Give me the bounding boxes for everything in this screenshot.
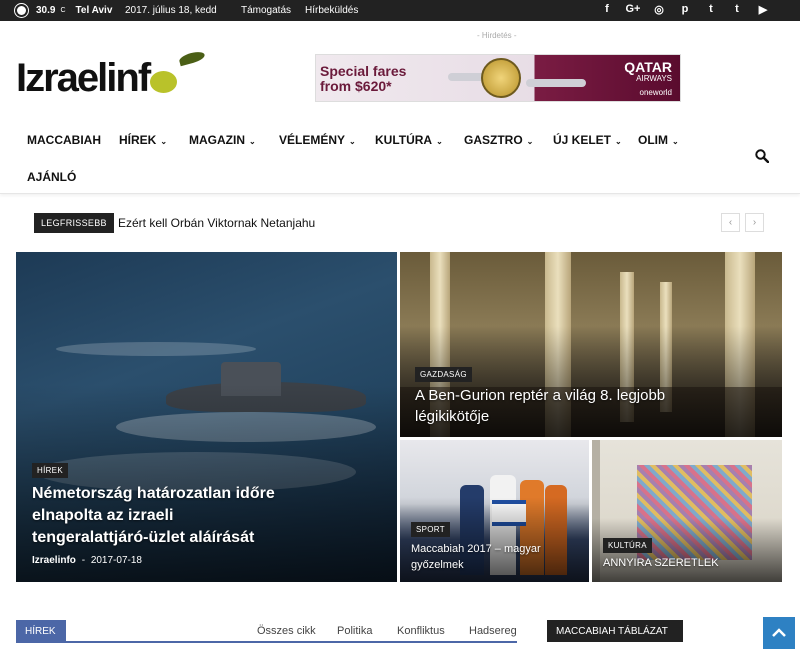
filter-army[interactable]: Hadsereg [469, 625, 517, 637]
weather-widget: 30.9 C Tel Aviv [17, 5, 112, 16]
filter-conflict[interactable]: Konfliktus [397, 625, 445, 637]
sidebar-tab-maccabiah[interactable]: MACCABIAH TÁBLÁZAT [547, 620, 683, 642]
nav-item-magazin[interactable]: MAGAZIN ⌄ [189, 133, 256, 147]
section-underline [16, 641, 517, 643]
twitter-icon[interactable]: t [724, 3, 750, 16]
chevron-up-icon [772, 628, 786, 637]
category-badge[interactable]: KULTÚRA [603, 538, 652, 553]
chevron-down-icon: ⌄ [249, 137, 256, 146]
filter-politics[interactable]: Politika [337, 625, 372, 637]
plane-graphic [526, 79, 586, 87]
banner-promo: Special fares from $620* [320, 63, 407, 94]
chevron-down-icon: ⌄ [436, 137, 443, 146]
category-badge[interactable]: SPORT [411, 522, 450, 537]
nav-item-maccabiah[interactable]: MACCABIAH [27, 133, 101, 147]
search-icon[interactable] [755, 149, 769, 163]
ticker-next-button[interactable]: › [745, 213, 764, 232]
ad-label: - Hirdetés - [477, 31, 517, 40]
youtube-icon[interactable]: ▶ [750, 3, 776, 16]
scroll-to-top-button[interactable] [763, 617, 795, 649]
featured-title[interactable]: Maccabiah 2017 – magyar győzelmek [411, 541, 571, 573]
tumblr-icon[interactable]: t [698, 3, 724, 16]
nav-item-olim[interactable]: OLIM ⌄ [638, 133, 679, 147]
social-icons: f G+ ◎ p t t ▶ [594, 3, 776, 16]
pinterest-icon[interactable]: p [672, 3, 698, 16]
nav-item-ajanlo[interactable]: AJÁNLÓ [27, 170, 76, 184]
nav-item-uj-kelet[interactable]: ÚJ KELET ⌄ [553, 133, 622, 147]
chevron-down-icon: ⌄ [615, 137, 622, 146]
current-date: 2017. július 18, kedd [125, 5, 217, 16]
featured-tile-main[interactable]: HÍREK Németország határozatlan időre eln… [16, 252, 397, 582]
main-navigation: MACCABIAH HÍREK ⌄ MAGAZIN ⌄ VÉLEMÉNY ⌄ KULT… [0, 122, 800, 194]
featured-title[interactable]: A Ben-Gurion reptér a világ 8. legjobb l… [415, 385, 705, 427]
support-link[interactable]: Támogatás [241, 5, 291, 16]
section-tab-hirek[interactable]: HÍREK [16, 620, 66, 642]
nav-item-gasztro[interactable]: GASZTRO ⌄ [464, 133, 533, 147]
article-meta: Izraelinfo - 2017-07-18 [32, 555, 142, 566]
category-badge[interactable]: GAZDASÁG [415, 367, 472, 382]
featured-tile-airport[interactable]: GAZDASÁG A Ben-Gurion reptér a világ 8. … [400, 252, 782, 437]
chevron-down-icon: ⌄ [349, 137, 356, 146]
chevron-down-icon: ⌄ [672, 137, 679, 146]
logo-text: Izraelinf [16, 56, 151, 100]
instagram-icon[interactable]: ◎ [646, 3, 672, 16]
award-medal-icon [481, 58, 521, 98]
ticker-label: LEGFRISSEBB [34, 213, 114, 233]
weather-city: Tel Aviv [75, 5, 113, 16]
category-badge[interactable]: HÍREK [32, 463, 68, 478]
chevron-down-icon: ⌄ [160, 137, 168, 146]
google-plus-icon[interactable]: G+ [620, 3, 646, 16]
meta-separator: - [81, 555, 86, 566]
featured-title[interactable]: ANNYIRA SZERETLEK [603, 557, 719, 569]
ad-banner[interactable]: Special fares from $620* QATAR AIRWAYS o… [315, 54, 681, 102]
chevron-down-icon: ⌄ [526, 137, 534, 146]
banner-brand: QATAR AIRWAYS [624, 60, 672, 85]
site-logo[interactable]: Izraelinf [16, 49, 206, 100]
olive-logo-icon [150, 71, 178, 93]
filter-all-articles[interactable]: Összes cikk [257, 625, 316, 637]
article-date: 2017-07-18 [90, 555, 142, 566]
temperature-unit: C [60, 7, 66, 14]
leaf-logo-icon [178, 49, 206, 67]
sun-icon [17, 6, 26, 15]
nav-item-velemeny[interactable]: VÉLEMÉNY ⌄ [279, 133, 356, 147]
news-submit-link[interactable]: Hírbeküldés [305, 5, 358, 16]
top-bar: 30.9 C Tel Aviv 2017. július 18, kedd Tám… [0, 0, 800, 21]
temperature: 30.9 [36, 5, 56, 16]
nav-item-kultura[interactable]: KULTÚRA ⌄ [375, 133, 443, 147]
nav-item-hirek[interactable]: HÍREK ⌄ [119, 133, 167, 147]
ticker-headline[interactable]: Ezért kell Orbán Viktornak Netanjahu [118, 216, 315, 230]
featured-tile-sport[interactable]: SPORT Maccabiah 2017 – magyar győzelmek [400, 440, 589, 582]
featured-title[interactable]: Németország határozatlan időre elnapolta… [32, 483, 292, 549]
ticker-prev-button[interactable]: ‹ [721, 213, 740, 232]
banner-alliance: oneworld [639, 88, 672, 97]
facebook-icon[interactable]: f [594, 3, 620, 16]
article-author[interactable]: Izraelinfo [32, 555, 76, 566]
featured-tile-culture[interactable]: KULTÚRA ANNYIRA SZERETLEK [592, 440, 782, 582]
